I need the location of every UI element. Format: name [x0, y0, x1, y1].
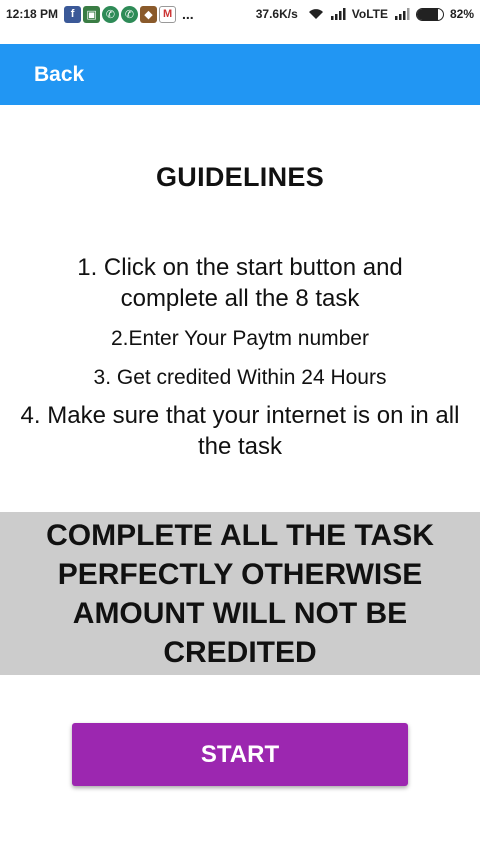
status-time: 12:18 PM — [6, 7, 59, 21]
network-speed: 37.6K/s — [255, 7, 298, 21]
guideline-item: 1. Click on the start button and complet… — [77, 254, 403, 312]
wifi-icon — [308, 9, 323, 19]
notification-icons: f ▣ ✆ ✆ ◆ M ... — [64, 5, 194, 23]
app-bar: Back — [0, 44, 480, 105]
status-bar: 12:18 PM f ▣ ✆ ✆ ◆ M ... 37.6K/s VoLTE 8… — [0, 0, 480, 28]
signal-icon — [394, 8, 410, 20]
guideline-item: 4. Make sure that your internet is on in… — [20, 402, 460, 460]
battery-fill — [416, 8, 439, 20]
warning-banner: COMPLETE ALL THE TASK PERFECTLY OTHERWIS… — [0, 512, 480, 675]
page-title: GUIDELINES — [155, 162, 325, 192]
guideline-item: 3. Get credited Within 24 Hours — [93, 366, 387, 389]
facebook-icon: f — [64, 5, 82, 23]
battery-icon — [415, 7, 444, 21]
more-notifications: ... — [182, 6, 194, 22]
warning-text: COMPLETE ALL THE TASK PERFECTLY OTHERWIS… — [46, 518, 434, 669]
whatsapp-icon: ✆ — [121, 5, 139, 23]
signal-icon — [330, 8, 346, 20]
app-icon: ▣ — [83, 5, 101, 23]
back-button[interactable]: Back — [34, 63, 84, 87]
start-button[interactable]: START — [72, 723, 408, 786]
game-icon: ◆ — [140, 5, 158, 23]
status-right: 37.6K/s VoLTE 82% — [256, 7, 474, 21]
whatsapp-icon: ✆ — [102, 5, 120, 23]
guideline-item: 2.Enter Your Paytm number — [111, 327, 369, 350]
network-type: VoLTE — [351, 7, 388, 21]
gmail-icon: M — [159, 5, 177, 23]
battery-percent: 82% — [449, 7, 474, 21]
